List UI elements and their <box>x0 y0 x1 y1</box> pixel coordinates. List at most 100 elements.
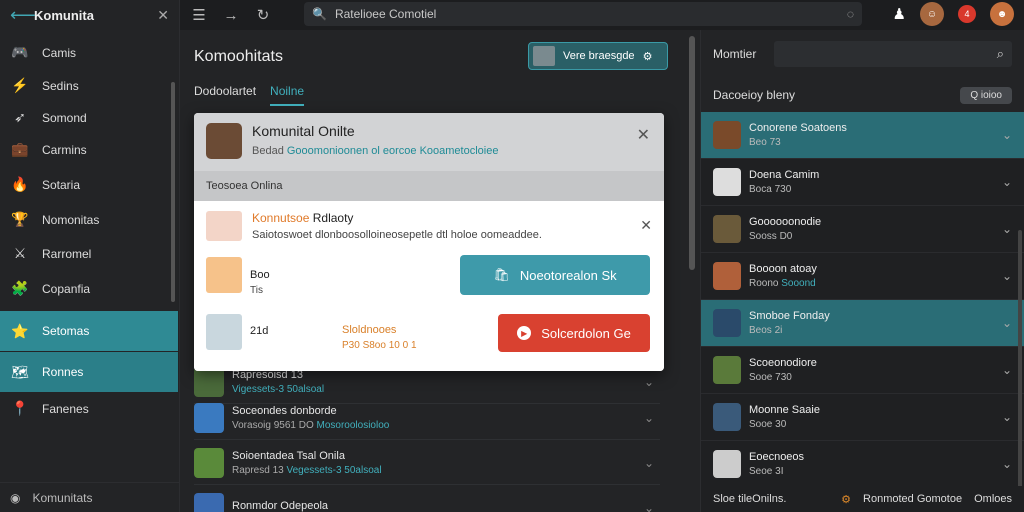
image-icon <box>533 46 555 66</box>
chevron-down-icon[interactable]: ⌄ <box>1002 269 1012 283</box>
notification-badge[interactable]: 4 <box>958 5 976 23</box>
search-icon: 🔍 <box>312 7 327 21</box>
forward-arrow-icon[interactable]: → <box>222 7 240 24</box>
member-row[interactable]: Eoecnoeos Seoe 3I ⌄ <box>701 441 1024 488</box>
sidebar-scrollbar[interactable] <box>171 82 175 302</box>
modal-close-icon[interactable]: ✕ <box>637 125 650 145</box>
tab-default[interactable]: Dodoolartet <box>194 84 256 106</box>
sidebar-item-1[interactable]: ⚡ Sedins <box>0 69 178 102</box>
sidebar-item-7[interactable]: 🧩 Copanfia <box>0 272 178 305</box>
chevron-down-icon[interactable]: ⌄ <box>1002 222 1012 236</box>
member-name: Boooon atoay <box>749 263 817 275</box>
member-row[interactable]: Moonne Saaie Sooe 30 ⌄ <box>701 394 1024 441</box>
tab-online[interactable]: Noilne <box>270 84 305 106</box>
member-row[interactable]: Conorene Soatoens Beo 73 ⌄ <box>701 112 1024 159</box>
member-avatar <box>713 168 741 196</box>
member-name: Scoeonodiore <box>749 357 817 369</box>
menu-icon[interactable]: ☰ <box>190 6 208 24</box>
watch-button[interactable]: ▶ Solcerdolon Ge <box>498 314 650 352</box>
sidebar-item-label: Rarromel <box>42 246 92 261</box>
sidebar-item-label: Sotaria <box>42 177 81 192</box>
member-row[interactable]: Goooooonodie Sooss D0 ⌄ <box>701 206 1024 253</box>
member-row[interactable]: Boooon atoay Roono Sooond ⌄ <box>701 253 1024 300</box>
join-button[interactable]: 🛍 Noeotorealon Sk <box>460 255 650 295</box>
chevron-down-icon[interactable]: ⌄ <box>644 411 660 425</box>
pin-icon: 📍 <box>11 400 29 416</box>
chevron-down-icon[interactable]: ⌄ <box>1002 175 1012 189</box>
close-icon[interactable]: ✕ <box>157 7 169 24</box>
row-text: Ronmdor Odepeola <box>232 500 636 512</box>
search-input[interactable]: 🔍 Ratelioee Comotiel ◌ <box>304 2 862 26</box>
member-row[interactable]: Doena Camim Boca 730 ⌄ <box>701 159 1024 206</box>
sidebar-item-5[interactable]: 🏆 Nomonitas <box>0 203 178 236</box>
community-avatar <box>194 447 224 478</box>
chevron-down-icon[interactable]: ⌄ <box>1002 363 1012 377</box>
back-arrow-icon[interactable]: ⟵ <box>10 5 36 26</box>
list-item[interactable]: Ronmdor Odepeola ⌄ <box>194 486 660 512</box>
chevron-down-icon[interactable]: ⌄ <box>644 501 660 512</box>
member-sub: Sooe 30 <box>749 419 994 430</box>
sidebar-item-4[interactable]: 🔥 Sotaria <box>0 168 178 201</box>
member-name: Goooooonodie <box>749 216 822 228</box>
list-item[interactable]: Soceondes donborde Vorasoig 9561 DO Mosor… <box>194 396 660 440</box>
user-icon[interactable]: ♟ <box>893 5 906 23</box>
chevron-down-icon[interactable]: ⌄ <box>1002 410 1012 424</box>
sidebar-header: ⟵ Komunita ✕ <box>0 0 179 30</box>
chevron-down-icon[interactable]: ⌄ <box>644 375 660 389</box>
notice-title: Konnutsoe Rdlaoty <box>252 211 542 225</box>
profile-avatar-small[interactable]: ☺ <box>920 2 944 26</box>
member-avatar <box>713 450 741 478</box>
sidebar-footer[interactable]: ◉ Komunitats <box>0 482 179 512</box>
sidebar-item-3[interactable]: 💼 Carmins <box>0 133 178 166</box>
sidebar-item-10[interactable]: 📍 Fanenes <box>0 392 178 425</box>
chevron-down-icon[interactable]: ⌄ <box>1002 316 1012 330</box>
members-search-input[interactable]: ⌕ <box>774 41 1012 67</box>
refresh-small-icon[interactable]: ◌ <box>847 7 854 21</box>
member-sub-highlight: Sooond <box>781 278 816 289</box>
modal-subtitle-plain: Bedad <box>252 145 284 157</box>
footer-mid-text[interactable]: Ronmoted Gomotoe <box>863 493 962 505</box>
sidebar-item-9[interactable]: 🗺 Ronnes <box>0 352 178 392</box>
search-placeholder: Ratelioee Comotiel <box>334 7 437 21</box>
new-message-label: Vere braesgde <box>563 50 635 62</box>
chevron-down-icon[interactable]: ⌄ <box>644 456 660 470</box>
profile-avatar[interactable]: ☻ <box>990 2 1014 26</box>
modal-section-header: Teosoea Onlina <box>194 171 664 201</box>
member-row[interactable]: Smoboe Fonday Beos 2i ⌄ <box>701 300 1024 347</box>
member-sub: Sooe 730 <box>749 372 994 383</box>
member-row[interactable]: Scoeonodiore Sooe 730 ⌄ <box>701 347 1024 394</box>
map-icon: 🗺 <box>11 363 29 380</box>
scroll-thumb[interactable] <box>689 36 695 270</box>
chevron-down-icon[interactable]: ⌄ <box>1002 457 1012 471</box>
sidebar-item-6[interactable]: ⚔ Rarromel <box>0 237 178 270</box>
sidebar-item-label: Ronnes <box>42 365 84 379</box>
sidebar-item-8[interactable]: ⭐ Setomas <box>0 311 178 351</box>
member-text: Doena Camim Boca 730 <box>749 169 994 195</box>
list-item[interactable]: Soioentadea Tsal Onila Rapresd 13 Vegesse… <box>194 441 660 485</box>
footer-right-text[interactable]: Omloes <box>974 493 1012 505</box>
modal-header: Komunital Onilte Bedad Gooomonioonen ol … <box>194 113 664 171</box>
middle-scrollbar[interactable] <box>684 30 700 512</box>
new-message-button[interactable]: Vere braesgde ⚙ <box>528 42 668 70</box>
members-title: Momtier <box>713 47 757 61</box>
member-sub-plain: Sooe 30 <box>749 419 787 430</box>
settings-icon: ⚙ <box>642 50 653 63</box>
sidebar-item-label: Camis <box>42 45 77 60</box>
row-sub-plain: Vorasoig 9561 DO <box>232 419 314 431</box>
modal-subtitle-link[interactable]: Gooomonioonen ol eorcoe Kooametocloiee <box>287 145 499 157</box>
watch-button-label: Solcerdolon Ge <box>541 325 631 341</box>
member-name: Conorene Soatoens <box>749 122 847 134</box>
notice-close-icon[interactable]: ✕ <box>640 217 652 234</box>
members-header: Momtier ⌕ <box>701 30 1024 78</box>
chevron-down-icon[interactable]: ⌄ <box>1002 128 1012 142</box>
refresh-icon[interactable]: ↻ <box>254 6 272 24</box>
filter-pill[interactable]: Q ioioo <box>960 86 1012 104</box>
footer-left-text[interactable]: Sloe tileOnilns. <box>713 493 786 505</box>
sidebar-item-0[interactable]: 🎮 Camis <box>0 36 178 69</box>
sidebar-item-2[interactable]: ➶ Somond <box>0 101 178 134</box>
members-scrollbar[interactable] <box>1018 230 1022 490</box>
row-text: Soceondes donborde Vorasoig 9561 DO Mosor… <box>232 405 636 431</box>
hammer-icon <box>206 211 242 241</box>
member-sub-plain: Beos 2i <box>749 325 783 336</box>
member-text: Goooooonodie Sooss D0 <box>749 216 994 242</box>
